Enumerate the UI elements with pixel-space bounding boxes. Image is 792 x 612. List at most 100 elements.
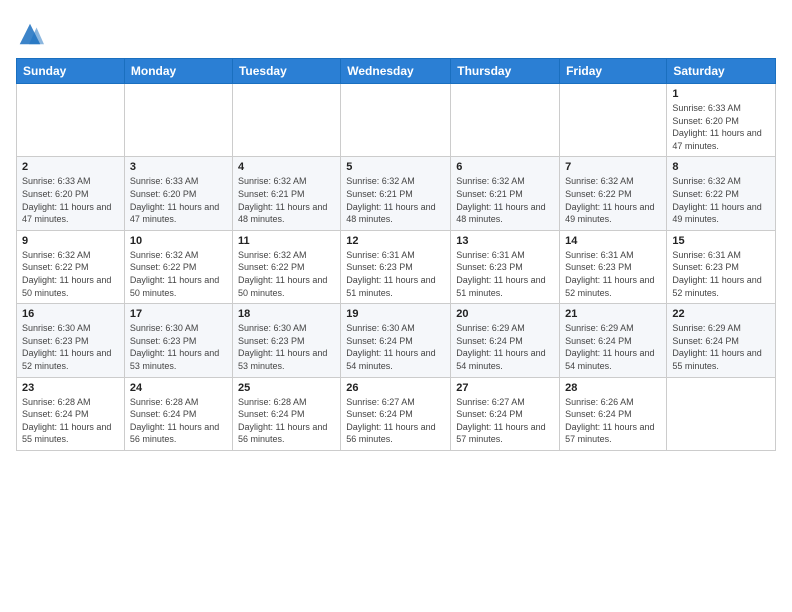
calendar-week-1: 1 Sunrise: 6:33 AM Sunset: 6:20 PM Daylig… (17, 84, 776, 157)
day-number: 23 (22, 382, 119, 394)
calendar-cell: 15 Sunrise: 6:31 AM Sunset: 6:23 PM Dayli… (667, 230, 776, 303)
day-number: 17 (130, 308, 227, 320)
day-number: 25 (238, 382, 335, 394)
calendar-week-2: 2 Sunrise: 6:33 AM Sunset: 6:20 PM Daylig… (17, 157, 776, 230)
day-info: Sunrise: 6:32 AM Sunset: 6:22 PM Dayligh… (22, 249, 119, 299)
day-info: Sunrise: 6:33 AM Sunset: 6:20 PM Dayligh… (672, 102, 770, 152)
day-info: Sunrise: 6:32 AM Sunset: 6:22 PM Dayligh… (565, 175, 661, 225)
day-number: 14 (565, 235, 661, 247)
calendar-cell (341, 84, 451, 157)
calendar-cell: 10 Sunrise: 6:32 AM Sunset: 6:22 PM Dayli… (124, 230, 232, 303)
day-number: 22 (672, 308, 770, 320)
day-number: 16 (22, 308, 119, 320)
calendar-cell: 21 Sunrise: 6:29 AM Sunset: 6:24 PM Dayli… (560, 304, 667, 377)
day-number: 28 (565, 382, 661, 394)
day-info: Sunrise: 6:30 AM Sunset: 6:24 PM Dayligh… (346, 322, 445, 372)
calendar-cell: 19 Sunrise: 6:30 AM Sunset: 6:24 PM Dayli… (341, 304, 451, 377)
calendar-cell (124, 84, 232, 157)
day-number: 2 (22, 161, 119, 173)
calendar-week-5: 23 Sunrise: 6:28 AM Sunset: 6:24 PM Dayli… (17, 377, 776, 450)
day-info: Sunrise: 6:31 AM Sunset: 6:23 PM Dayligh… (346, 249, 445, 299)
calendar-cell: 4 Sunrise: 6:32 AM Sunset: 6:21 PM Daylig… (232, 157, 340, 230)
day-number: 18 (238, 308, 335, 320)
day-info: Sunrise: 6:32 AM Sunset: 6:22 PM Dayligh… (130, 249, 227, 299)
day-info: Sunrise: 6:33 AM Sunset: 6:20 PM Dayligh… (130, 175, 227, 225)
day-number: 5 (346, 161, 445, 173)
calendar-cell (232, 84, 340, 157)
day-number: 4 (238, 161, 335, 173)
calendar-cell (667, 377, 776, 450)
day-number: 24 (130, 382, 227, 394)
calendar-cell: 20Sunrise: 6:29 AM Sunset: 6:24 PM Dayli… (451, 304, 560, 377)
day-info: Sunrise: 6:32 AM Sunset: 6:22 PM Dayligh… (238, 249, 335, 299)
calendar-cell (17, 84, 125, 157)
calendar-header-tuesday: Tuesday (232, 59, 340, 84)
calendar-cell: 22 Sunrise: 6:29 AM Sunset: 6:24 PM Dayli… (667, 304, 776, 377)
calendar-cell: 27 Sunrise: 6:27 AM Sunset: 6:24 PM Dayli… (451, 377, 560, 450)
calendar-cell: 11 Sunrise: 6:32 AM Sunset: 6:22 PM Dayli… (232, 230, 340, 303)
calendar-cell: 23 Sunrise: 6:28 AM Sunset: 6:24 PM Dayli… (17, 377, 125, 450)
day-number: 1 (672, 88, 770, 100)
page-header (16, 16, 776, 48)
day-info: Sunrise: 6:30 AM Sunset: 6:23 PM Dayligh… (130, 322, 227, 372)
day-info: Sunrise: 6:32 AM Sunset: 6:21 PM Dayligh… (456, 175, 554, 225)
calendar-cell: 8 Sunrise: 6:32 AM Sunset: 6:22 PM Daylig… (667, 157, 776, 230)
day-info: Sunrise: 6:27 AM Sunset: 6:24 PM Dayligh… (346, 396, 445, 446)
calendar-header-saturday: Saturday (667, 59, 776, 84)
calendar-cell: 7 Sunrise: 6:32 AM Sunset: 6:22 PM Daylig… (560, 157, 667, 230)
day-number: 27 (456, 382, 554, 394)
day-number: 15 (672, 235, 770, 247)
day-number: 20 (456, 308, 554, 320)
calendar-cell: 25 Sunrise: 6:28 AM Sunset: 6:24 PM Dayli… (232, 377, 340, 450)
day-number: 9 (22, 235, 119, 247)
day-info: Sunrise: 6:28 AM Sunset: 6:24 PM Dayligh… (238, 396, 335, 446)
day-number: 8 (672, 161, 770, 173)
calendar-table: SundayMondayTuesdayWednesdayThursdayFrid… (16, 58, 776, 451)
calendar-cell: 17 Sunrise: 6:30 AM Sunset: 6:23 PM Dayli… (124, 304, 232, 377)
day-info: Sunrise: 6:32 AM Sunset: 6:21 PM Dayligh… (238, 175, 335, 225)
day-number: 21 (565, 308, 661, 320)
calendar-header-sunday: Sunday (17, 59, 125, 84)
calendar-cell: 3 Sunrise: 6:33 AM Sunset: 6:20 PM Daylig… (124, 157, 232, 230)
day-info: Sunrise: 6:27 AM Sunset: 6:24 PM Dayligh… (456, 396, 554, 446)
day-info: Sunrise: 6:31 AM Sunset: 6:23 PM Dayligh… (672, 249, 770, 299)
calendar-cell: 26Sunrise: 6:27 AM Sunset: 6:24 PM Dayli… (341, 377, 451, 450)
day-info: Sunrise: 6:26 AM Sunset: 6:24 PM Dayligh… (565, 396, 661, 446)
calendar-cell: 6 Sunrise: 6:32 AM Sunset: 6:21 PM Daylig… (451, 157, 560, 230)
day-number: 13 (456, 235, 554, 247)
day-number: 3 (130, 161, 227, 173)
day-info: Sunrise: 6:32 AM Sunset: 6:21 PM Dayligh… (346, 175, 445, 225)
calendar-header-thursday: Thursday (451, 59, 560, 84)
day-number: 6 (456, 161, 554, 173)
day-info: Sunrise: 6:29 AM Sunset: 6:24 PM Dayligh… (565, 322, 661, 372)
day-info: Sunrise: 6:30 AM Sunset: 6:23 PM Dayligh… (22, 322, 119, 372)
calendar-header-row: SundayMondayTuesdayWednesdayThursdayFrid… (17, 59, 776, 84)
calendar-week-3: 9 Sunrise: 6:32 AM Sunset: 6:22 PM Daylig… (17, 230, 776, 303)
calendar-week-4: 16 Sunrise: 6:30 AM Sunset: 6:23 PM Dayli… (17, 304, 776, 377)
day-info: Sunrise: 6:31 AM Sunset: 6:23 PM Dayligh… (456, 249, 554, 299)
calendar-header-monday: Monday (124, 59, 232, 84)
logo (16, 20, 48, 48)
calendar-cell: 1 Sunrise: 6:33 AM Sunset: 6:20 PM Daylig… (667, 84, 776, 157)
day-info: Sunrise: 6:28 AM Sunset: 6:24 PM Dayligh… (22, 396, 119, 446)
day-info: Sunrise: 6:32 AM Sunset: 6:22 PM Dayligh… (672, 175, 770, 225)
calendar-header-friday: Friday (560, 59, 667, 84)
calendar-cell: 2Sunrise: 6:33 AM Sunset: 6:20 PM Daylig… (17, 157, 125, 230)
calendar-cell: 14 Sunrise: 6:31 AM Sunset: 6:23 PM Dayli… (560, 230, 667, 303)
day-number: 11 (238, 235, 335, 247)
logo-icon (16, 20, 44, 48)
day-number: 19 (346, 308, 445, 320)
calendar-header-wednesday: Wednesday (341, 59, 451, 84)
calendar-cell: 18Sunrise: 6:30 AM Sunset: 6:23 PM Dayli… (232, 304, 340, 377)
calendar-cell (451, 84, 560, 157)
calendar-cell: 28 Sunrise: 6:26 AM Sunset: 6:24 PM Dayli… (560, 377, 667, 450)
day-number: 12 (346, 235, 445, 247)
day-number: 10 (130, 235, 227, 247)
day-info: Sunrise: 6:29 AM Sunset: 6:24 PM Dayligh… (672, 322, 770, 372)
calendar-cell: 13 Sunrise: 6:31 AM Sunset: 6:23 PM Dayli… (451, 230, 560, 303)
calendar-cell (560, 84, 667, 157)
day-info: Sunrise: 6:28 AM Sunset: 6:24 PM Dayligh… (130, 396, 227, 446)
day-number: 7 (565, 161, 661, 173)
day-info: Sunrise: 6:31 AM Sunset: 6:23 PM Dayligh… (565, 249, 661, 299)
calendar-cell: 9 Sunrise: 6:32 AM Sunset: 6:22 PM Daylig… (17, 230, 125, 303)
